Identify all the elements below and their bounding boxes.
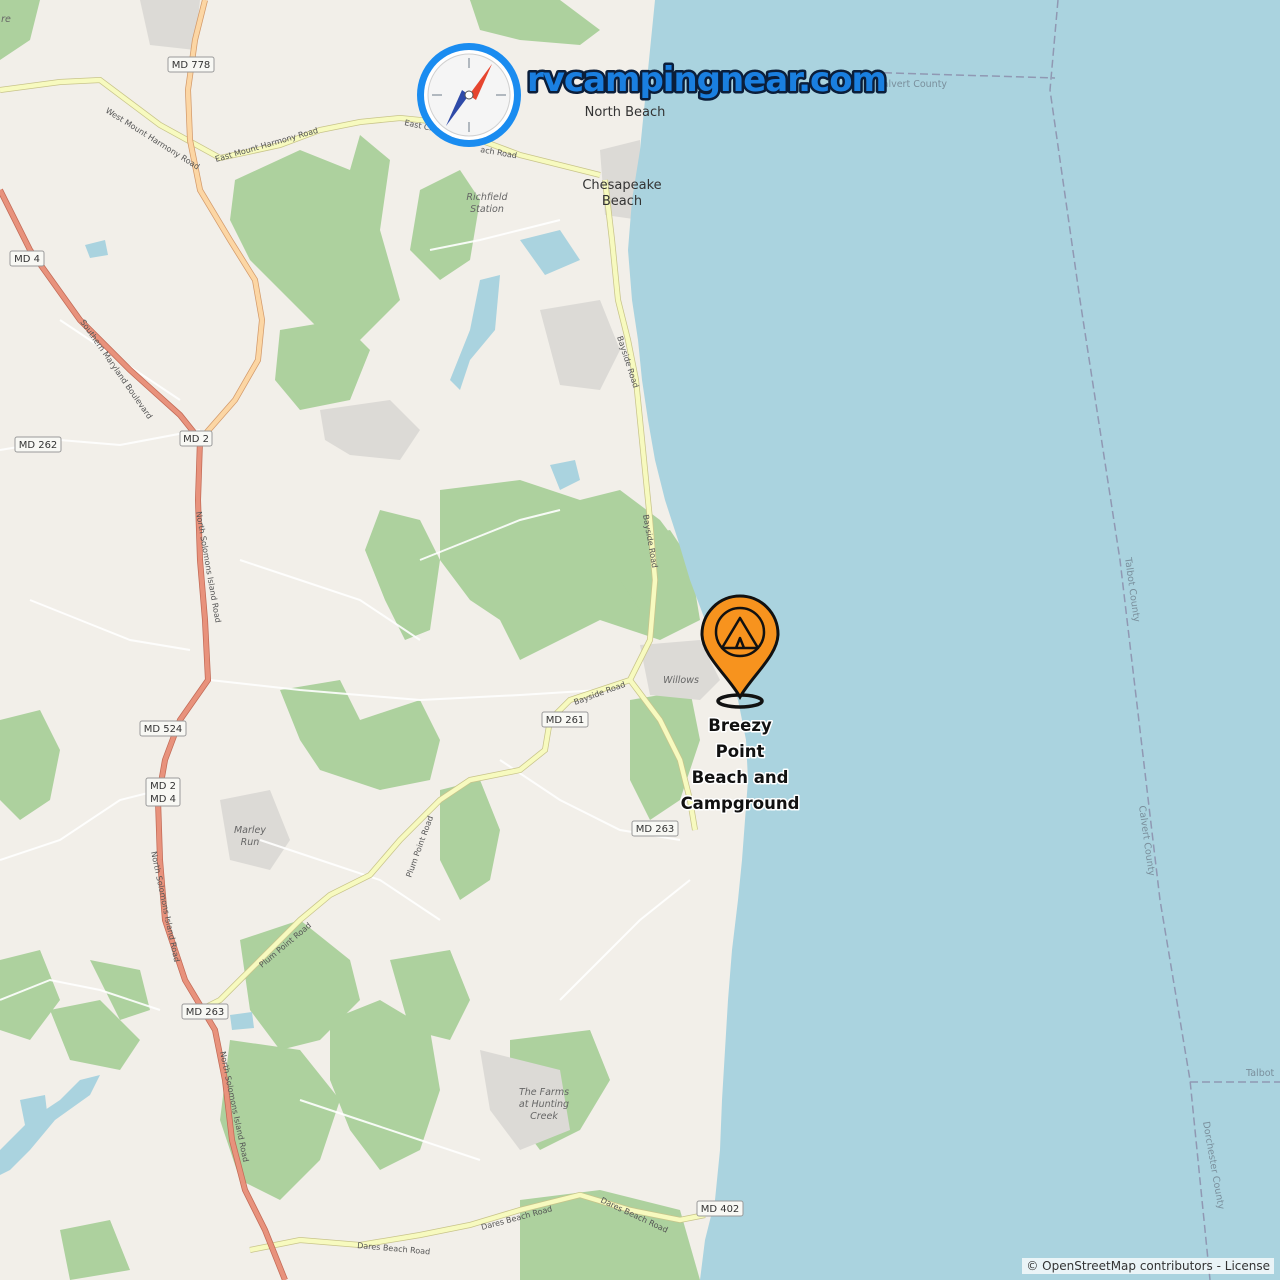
- svg-text:MD 4: MD 4: [150, 794, 176, 805]
- svg-text:MD 402: MD 402: [701, 1204, 740, 1215]
- map-canvas[interactable]: MD 778 MD 4 MD 262 MD 2 MD 524 MD 2MD 4 …: [0, 0, 1280, 1280]
- place-label-marley-2: Run: [241, 837, 260, 848]
- place-label-richfield-1: Richfield: [466, 192, 508, 203]
- place-label-farms-2: at Hunting: [519, 1099, 569, 1110]
- campground-name-line1: Breezy: [708, 716, 772, 735]
- place-label-marley-1: Marley: [234, 825, 266, 836]
- compass-icon: [417, 43, 521, 147]
- svg-text:MD 524: MD 524: [144, 724, 183, 735]
- campground-name-line2: Point: [716, 742, 765, 761]
- place-label-willows: Willows: [663, 675, 699, 686]
- svg-text:MD 2: MD 2: [183, 434, 209, 445]
- shield-md778: MD 778: [167, 56, 215, 73]
- shield-md2-md4: MD 2 MD 4: [145, 777, 181, 807]
- shield-md4: MD 4: [9, 250, 45, 267]
- brand-site-name: rvcampingnear.com: [527, 60, 886, 100]
- shield-md263-east: MD 263: [631, 820, 679, 837]
- svg-text:MD 778: MD 778: [172, 60, 211, 71]
- edge-text: re: [1, 14, 11, 25]
- svg-text:MD 263: MD 263: [186, 1007, 225, 1018]
- label-calvert-county-top: Calvert County: [876, 79, 947, 90]
- svg-text:MD 2: MD 2: [150, 781, 176, 792]
- svg-text:MD 4: MD 4: [14, 254, 40, 265]
- place-label-farms-3: Creek: [530, 1111, 558, 1122]
- label-talbot-edge: Talbot: [1245, 1068, 1275, 1079]
- place-label-north-beach: North Beach: [585, 105, 666, 120]
- place-label-chesapeake-beach-1: Chesapeake: [582, 178, 661, 193]
- shield-md524: MD 524: [139, 720, 187, 737]
- campground-name-line4: Campground: [681, 794, 800, 813]
- place-label-chesapeake-beach-2: Beach: [602, 194, 642, 209]
- shield-md262: MD 262: [14, 436, 62, 453]
- shield-md261: MD 261: [541, 711, 589, 728]
- svg-text:MD 262: MD 262: [19, 440, 58, 451]
- place-label-farms-1: The Farms: [519, 1087, 569, 1098]
- svg-text:MD 263: MD 263: [636, 824, 675, 835]
- svg-text:MD 261: MD 261: [546, 715, 585, 726]
- shield-md402: MD 402: [696, 1200, 744, 1217]
- campground-name-line3: Beach and: [692, 768, 789, 787]
- shield-md2: MD 2: [179, 430, 213, 447]
- place-label-richfield-2: Station: [470, 204, 504, 215]
- map-attribution[interactable]: © OpenStreetMap contributors - License: [1022, 1258, 1274, 1274]
- shield-md263-west: MD 263: [181, 1003, 229, 1020]
